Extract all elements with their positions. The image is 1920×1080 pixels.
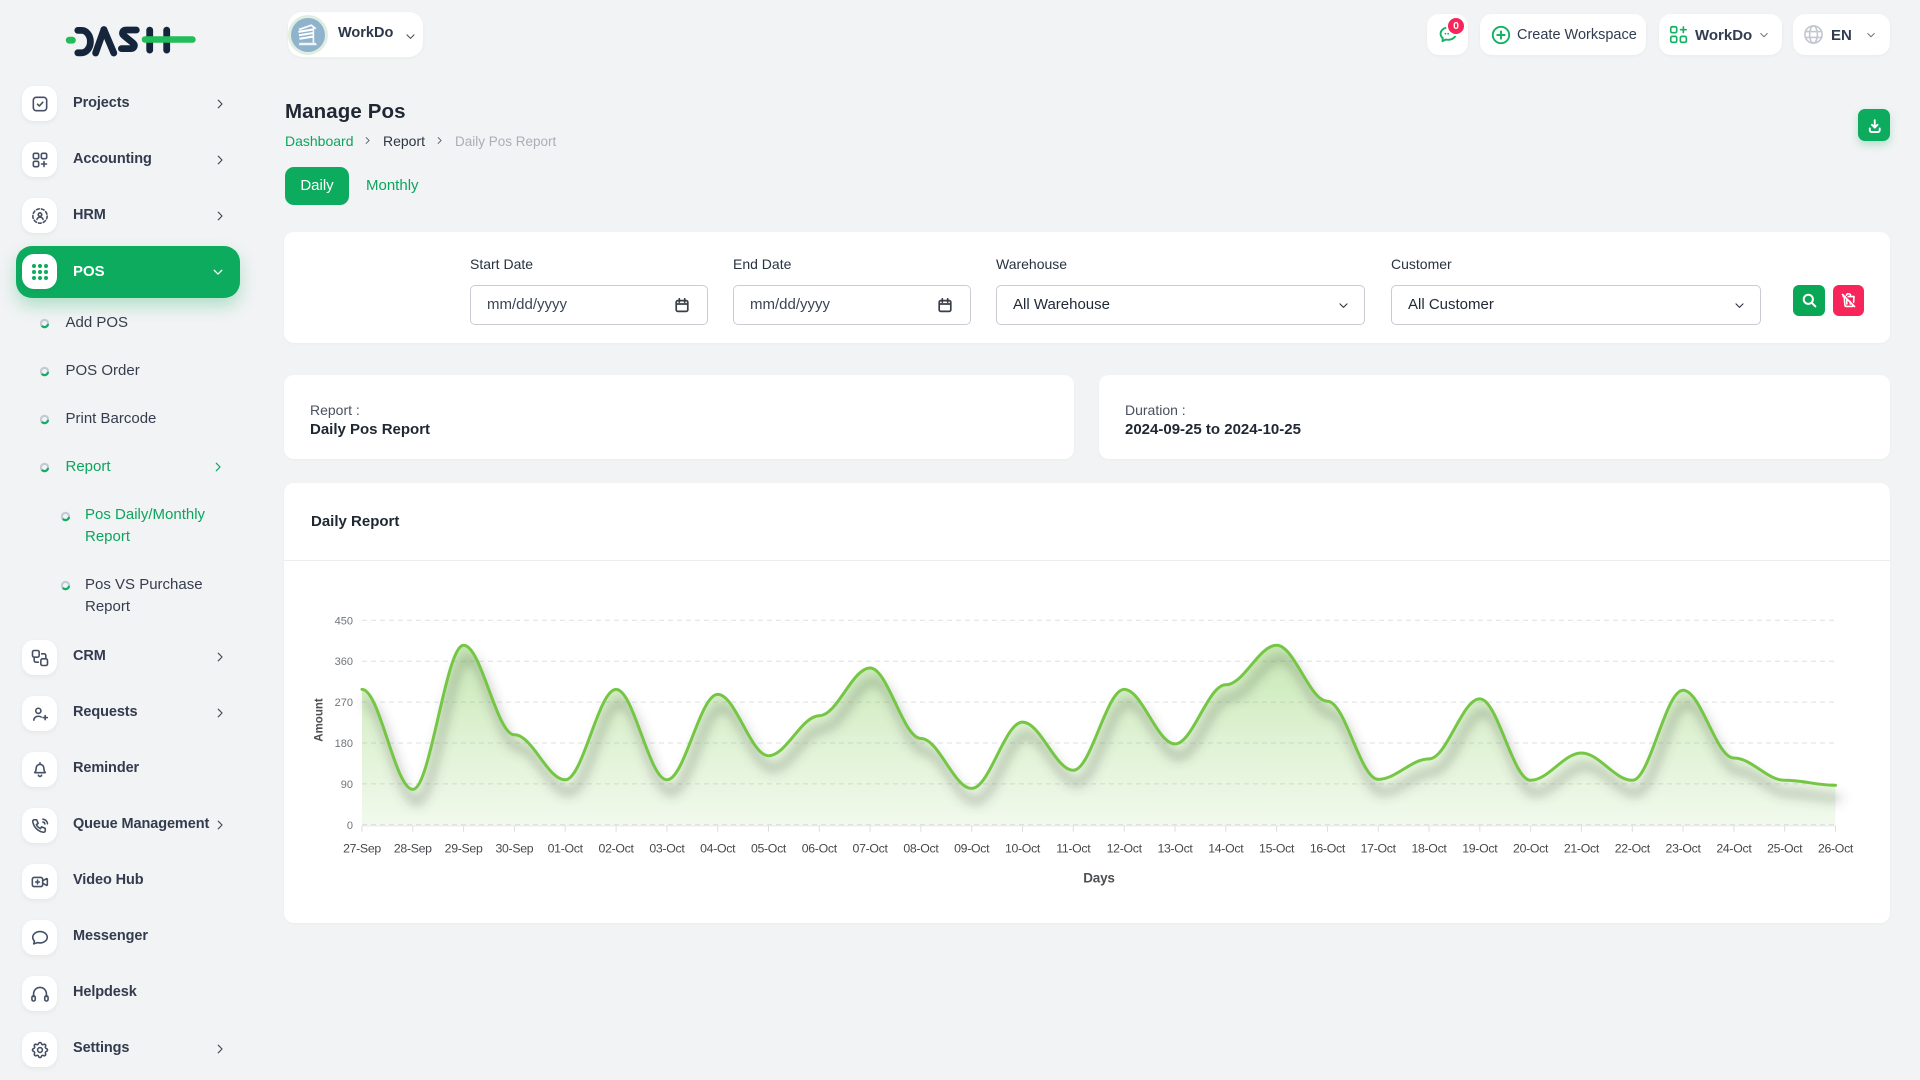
svg-text:25-Oct: 25-Oct [1767, 841, 1803, 855]
svg-text:0: 0 [347, 820, 353, 832]
svg-text:12-Oct: 12-Oct [1107, 841, 1143, 855]
svg-text:21-Oct: 21-Oct [1564, 841, 1600, 855]
svg-text:15-Oct: 15-Oct [1259, 841, 1295, 855]
svg-text:360: 360 [335, 656, 353, 668]
svg-text:22-Oct: 22-Oct [1615, 841, 1651, 855]
svg-text:11-Oct: 11-Oct [1056, 841, 1091, 855]
svg-text:01-Oct: 01-Oct [548, 841, 584, 855]
svg-text:08-Oct: 08-Oct [903, 841, 939, 855]
svg-text:24-Oct: 24-Oct [1716, 841, 1752, 855]
svg-text:03-Oct: 03-Oct [649, 841, 685, 855]
svg-text:23-Oct: 23-Oct [1666, 841, 1702, 855]
svg-text:13-Oct: 13-Oct [1157, 841, 1193, 855]
svg-text:06-Oct: 06-Oct [802, 841, 838, 855]
svg-text:20-Oct: 20-Oct [1513, 841, 1549, 855]
svg-text:180: 180 [335, 738, 353, 750]
svg-text:16-Oct: 16-Oct [1310, 841, 1346, 855]
svg-text:09-Oct: 09-Oct [954, 841, 990, 855]
svg-text:28-Sep: 28-Sep [394, 841, 432, 855]
svg-text:30-Sep: 30-Sep [495, 841, 533, 855]
svg-text:18-Oct: 18-Oct [1411, 841, 1447, 855]
svg-text:14-Oct: 14-Oct [1208, 841, 1244, 855]
svg-text:07-Oct: 07-Oct [853, 841, 889, 855]
svg-text:17-Oct: 17-Oct [1361, 841, 1397, 855]
svg-text:10-Oct: 10-Oct [1005, 841, 1041, 855]
svg-text:05-Oct: 05-Oct [751, 841, 787, 855]
svg-text:450: 450 [335, 615, 353, 627]
svg-text:26-Oct: 26-Oct [1818, 841, 1854, 855]
svg-text:27-Sep: 27-Sep [343, 841, 381, 855]
svg-text:Days: Days [1083, 871, 1114, 886]
svg-text:270: 270 [335, 697, 353, 709]
svg-text:04-Oct: 04-Oct [700, 841, 736, 855]
svg-text:Amount: Amount [314, 698, 326, 742]
svg-text:90: 90 [341, 779, 353, 791]
svg-text:19-Oct: 19-Oct [1462, 841, 1498, 855]
svg-text:02-Oct: 02-Oct [599, 841, 635, 855]
svg-text:29-Sep: 29-Sep [445, 841, 483, 855]
